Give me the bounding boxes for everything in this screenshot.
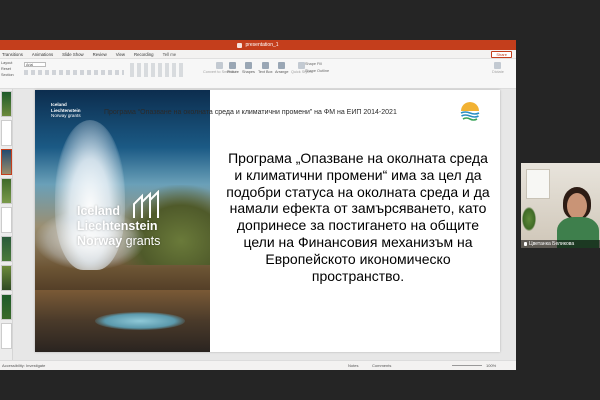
layout-button[interactable]: Layout [1, 61, 14, 65]
accessibility-status[interactable]: Accessibility: Investigate [2, 363, 45, 368]
paragraph-buttons[interactable] [130, 63, 185, 77]
dictate-button[interactable]: Dictate [492, 62, 504, 74]
tab-slide-show[interactable]: Slide Show [62, 52, 84, 57]
slide-thumbnail[interactable] [1, 120, 12, 146]
ribbon: Layout Reset Section Arial Convert to Sm… [0, 59, 516, 89]
grants-logo-large: Iceland Liechtenstein Norway grants [77, 204, 161, 248]
font-format-buttons[interactable] [24, 70, 124, 75]
reset-button[interactable]: Reset [1, 67, 14, 71]
share-button[interactable]: Share [491, 51, 512, 58]
section-button[interactable]: Section [1, 73, 14, 77]
microphone-icon [524, 241, 527, 246]
picture-icon [229, 62, 237, 69]
font-name-select[interactable]: Arial [24, 62, 46, 67]
microphone-icon [494, 62, 502, 69]
ribbon-tabs: Transitions Animations Slide Show Review… [0, 50, 516, 59]
zoom-slider[interactable] [452, 365, 482, 366]
title-bar: presentation_1 [0, 40, 516, 50]
grants-logo-small: Iceland Liechtenstein Norway grants [51, 102, 81, 119]
meeting-screen: presentation_1 Transitions Animations Sl… [0, 0, 600, 400]
arrange-icon [278, 62, 286, 69]
shape-outline-button[interactable]: Shape Outline [305, 69, 329, 73]
comments-button[interactable]: Comments [372, 363, 391, 368]
tab-recording[interactable]: Recording [134, 52, 154, 57]
picture-button[interactable]: Picture [227, 62, 239, 74]
shape-format-options: Shape Fill Shape Outline [305, 62, 329, 73]
document-icon [237, 42, 243, 48]
shapes-icon [244, 62, 252, 69]
powerpoint-window: presentation_1 Transitions Animations Sl… [0, 40, 516, 370]
slide-thumbnail-panel[interactable] [0, 89, 13, 360]
shape-fill-button[interactable]: Shape Fill [305, 62, 329, 66]
window-title: presentation_1 [245, 42, 279, 48]
participant-video-tile[interactable]: Цветанка Беликова [521, 163, 600, 248]
slide-thumbnail-active[interactable] [1, 149, 12, 175]
slide-thumbnail[interactable] [1, 294, 12, 320]
status-bar: Accessibility: Investigate Notes Comment… [0, 360, 516, 370]
slide-thumbnail[interactable] [1, 265, 12, 291]
tab-animations[interactable]: Animations [32, 52, 53, 57]
slide-title[interactable]: Програма “Опазване на околната среда и к… [104, 109, 484, 116]
tab-review[interactable]: Review [93, 52, 107, 57]
tab-transitions[interactable]: Transitions [2, 52, 23, 57]
arrange-button[interactable]: Arrange [275, 62, 289, 74]
tell-me-search[interactable]: Tell me [163, 52, 177, 57]
slide-thumbnail[interactable] [1, 207, 12, 233]
slide-editor: Iceland Liechtenstein Norway grants Icel… [13, 89, 516, 360]
notes-button[interactable]: Notes [348, 363, 358, 368]
slide-body-text[interactable]: Програма „Опазване на околната среда и к… [223, 150, 493, 284]
smartart-icon [216, 62, 224, 69]
slide-thumbnail[interactable] [1, 91, 12, 117]
tab-view[interactable]: View [116, 52, 125, 57]
quick-styles-icon [298, 62, 306, 69]
slide-options: Layout Reset Section [1, 61, 14, 77]
text-box-button[interactable]: Text Box [258, 62, 273, 74]
program-emblem-icon [459, 102, 481, 124]
participant-name-label: Цветанка Беликова [521, 240, 600, 248]
geyser-photo: Iceland Liechtenstein Norway grants Icel… [35, 90, 210, 352]
shapes-button[interactable]: Shapes [242, 62, 255, 74]
text-box-icon [261, 62, 269, 69]
slide-thumbnail[interactable] [1, 236, 12, 262]
slide-thumbnail[interactable] [1, 178, 12, 204]
zoom-level[interactable]: 100% [486, 363, 496, 368]
slide-thumbnail[interactable] [1, 323, 12, 349]
slide[interactable]: Iceland Liechtenstein Norway grants Icel… [35, 90, 500, 352]
